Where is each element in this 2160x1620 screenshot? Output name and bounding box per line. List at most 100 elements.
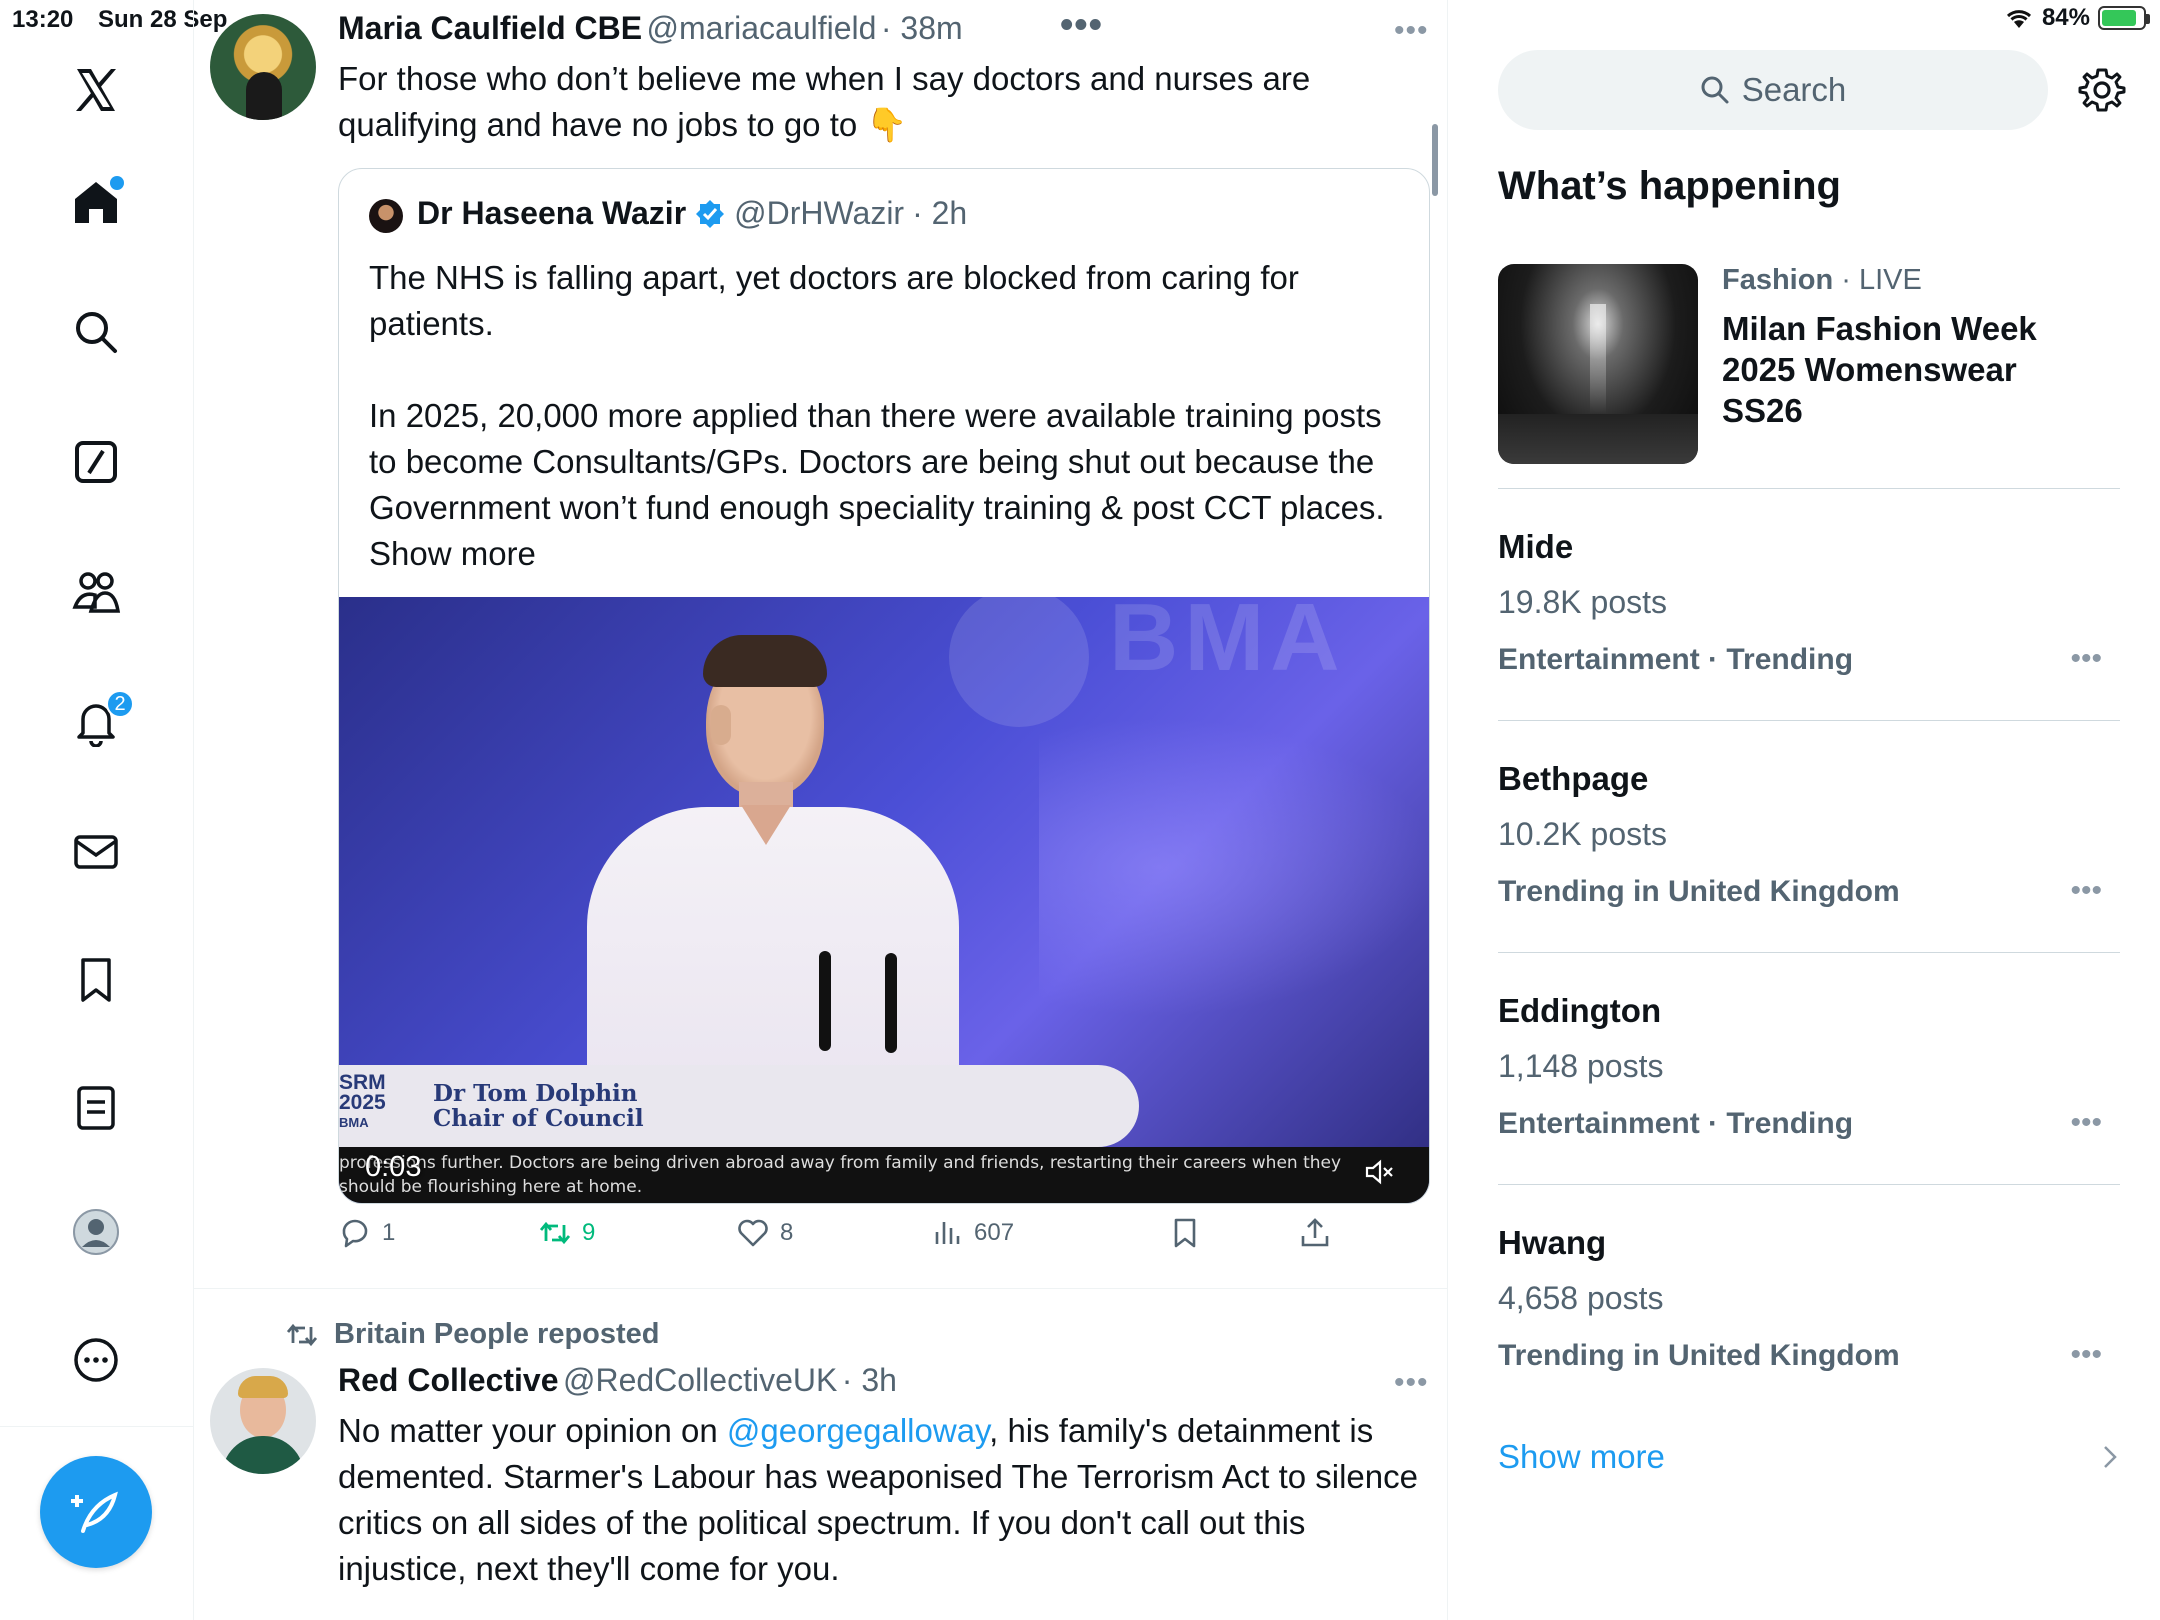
search-icon bbox=[1701, 76, 1729, 104]
tweet-text: For those who don’t believe me when I sa… bbox=[338, 60, 1311, 143]
trend-item-mide[interactable]: Mide 19.8K posts Entertainment · Trendin… bbox=[1498, 528, 2120, 677]
mention-link[interactable]: @georgegalloway bbox=[727, 1412, 989, 1449]
compose-feather-icon bbox=[71, 1491, 118, 1533]
sidebar-divider bbox=[1498, 952, 2120, 953]
repost-count: 9 bbox=[582, 1219, 596, 1246]
home-icon[interactable] bbox=[62, 168, 130, 236]
tweet-header: Red Collective @RedCollectiveUK · 3h bbox=[338, 1362, 897, 1399]
quoted-paragraph-1: The NHS is falling apart, yet doctors ar… bbox=[369, 259, 1299, 342]
trend-post-count: 19.8K posts bbox=[1498, 584, 1667, 620]
trend-item-hwang[interactable]: Hwang 4,658 posts Trending in United Kin… bbox=[1498, 1224, 2120, 1373]
share-button[interactable] bbox=[1298, 1216, 1332, 1250]
trend-name: Bethpage bbox=[1498, 760, 1649, 797]
trend-category: Entertainment · Trending bbox=[1498, 1107, 1854, 1140]
views-chart-icon bbox=[935, 1222, 960, 1244]
video-player[interactable]: BMA SRM 2025 BMA Dr Tom Dolphin Chair of… bbox=[339, 597, 1429, 1203]
speaker-title: Chair of Council bbox=[433, 1105, 644, 1132]
whats-happening-title: What’s happening bbox=[1498, 164, 1841, 208]
lists-icon[interactable] bbox=[62, 1074, 130, 1142]
author-handle[interactable]: @RedCollectiveUK bbox=[563, 1362, 837, 1398]
tweet-time[interactable]: · 38m bbox=[881, 10, 963, 46]
trend-more-icon[interactable]: ••• bbox=[2070, 1338, 2102, 1372]
trend-more-icon[interactable]: ••• bbox=[2070, 642, 2102, 676]
quoted-tweet[interactable]: Dr Haseena Wazir @DrHWazir · 2h The NHS … bbox=[338, 168, 1430, 1204]
trend-item-bethpage[interactable]: Bethpage 10.2K posts Trending in United … bbox=[1498, 760, 2120, 909]
trend-name: Hwang bbox=[1498, 1224, 1607, 1261]
show-more-link[interactable]: Show more bbox=[369, 535, 536, 572]
author-name[interactable]: Red Collective bbox=[338, 1362, 559, 1398]
reply-button[interactable]: 1 bbox=[338, 1216, 395, 1250]
like-button[interactable]: 8 bbox=[736, 1216, 793, 1250]
author-avatar[interactable] bbox=[210, 1368, 316, 1474]
tweet[interactable]: Maria Caulfield CBE @mariacaulfield · 38… bbox=[194, 0, 1447, 1290]
bookmark-icon bbox=[1174, 1218, 1196, 1248]
featured-category: Fashion bbox=[1722, 264, 1834, 296]
featured-trend[interactable]: Fashion · LIVE Milan Fashion Week 2025 W… bbox=[1498, 264, 2120, 464]
gear-icon[interactable] bbox=[2078, 66, 2126, 114]
profile-avatar-icon[interactable] bbox=[62, 1198, 130, 1266]
reply-icon bbox=[342, 1219, 368, 1248]
like-count: 8 bbox=[780, 1219, 794, 1246]
show-more-row[interactable]: Show more bbox=[1498, 1438, 2120, 1476]
share-icon bbox=[1301, 1218, 1329, 1247]
sidebar-divider bbox=[1498, 720, 2120, 721]
speaker-caption: Dr Tom Dolphin Chair of Council bbox=[433, 1081, 644, 1131]
lower-third-logo-line: 2025 bbox=[339, 1091, 386, 1114]
mute-icon[interactable] bbox=[1365, 1159, 1395, 1185]
right-sidebar: Search What’s happening Fashion · LIVE M… bbox=[1448, 0, 2160, 1620]
quoted-paragraph-2-text: In 2025, 20,000 more applied than there … bbox=[369, 397, 1385, 526]
communities-icon[interactable] bbox=[62, 558, 130, 626]
notifications-icon[interactable]: 2 bbox=[62, 688, 134, 756]
tweet-text: No matter your opinion on @georgegallowa… bbox=[338, 1408, 1418, 1592]
view-count: 607 bbox=[974, 1219, 1015, 1246]
tweet-header: Maria Caulfield CBE @mariacaulfield · 38… bbox=[338, 10, 963, 47]
timeline: Maria Caulfield CBE @mariacaulfield · 38… bbox=[194, 0, 1448, 1620]
tweet-text-start: No matter your opinion on bbox=[338, 1412, 727, 1449]
home-unread-dot bbox=[110, 176, 124, 190]
trend-category: Trending in United Kingdom bbox=[1498, 875, 1900, 908]
search-input[interactable]: Search bbox=[1498, 50, 2048, 130]
trend-post-count: 4,658 posts bbox=[1498, 1280, 1664, 1316]
tweet-more-icon[interactable]: ••• bbox=[1394, 1366, 1429, 1400]
quoted-author-handle: @DrHWazir bbox=[734, 195, 905, 231]
compose-post-button[interactable] bbox=[40, 1456, 152, 1568]
grok-icon[interactable] bbox=[62, 428, 130, 496]
repost-context-label[interactable]: Britain People reposted bbox=[334, 1318, 660, 1351]
trend-more-icon[interactable]: ••• bbox=[2070, 1106, 2102, 1140]
trend-more-icon[interactable]: ••• bbox=[2070, 874, 2102, 908]
tweet-time[interactable]: · 3h bbox=[842, 1362, 897, 1398]
x-logo-icon[interactable] bbox=[62, 56, 130, 124]
repost-button[interactable]: 9 bbox=[538, 1216, 595, 1250]
fashion-week-thumbnail bbox=[1498, 264, 1698, 464]
reply-count: 1 bbox=[382, 1219, 396, 1246]
bookmark-button[interactable] bbox=[1168, 1216, 1202, 1250]
search-icon[interactable] bbox=[62, 298, 130, 366]
quoted-paragraph-2: In 2025, 20,000 more applied than there … bbox=[369, 393, 1409, 577]
messages-icon[interactable] bbox=[62, 818, 130, 886]
views-button[interactable]: 607 bbox=[930, 1216, 1014, 1250]
tweet-more-icon[interactable]: ••• bbox=[1394, 14, 1429, 48]
more-options-icon[interactable] bbox=[62, 1326, 130, 1394]
video-subtitles: professions further. Doctors are being d… bbox=[339, 1153, 1342, 1197]
featured-meta: Fashion · LIVE bbox=[1722, 264, 1922, 297]
scroll-indicator[interactable] bbox=[1432, 124, 1438, 196]
author-name[interactable]: Maria Caulfield CBE bbox=[338, 10, 642, 46]
trend-category: Entertainment · Trending bbox=[1498, 643, 1854, 676]
backdrop-text: BMA bbox=[1109, 597, 1346, 691]
stage-light bbox=[1039, 717, 1429, 1017]
media-options-icon[interactable]: ••• bbox=[1060, 4, 1103, 47]
trend-name: Eddington bbox=[1498, 992, 1662, 1029]
lower-third-logo-line: SRM bbox=[339, 1071, 386, 1094]
author-avatar[interactable] bbox=[210, 14, 316, 120]
video-duration: 0:03 bbox=[365, 1151, 422, 1183]
author-handle[interactable]: @mariacaulfield bbox=[647, 10, 877, 46]
tweet[interactable]: Britain People reposted Red Collective @… bbox=[194, 1290, 1447, 1620]
lower-third: SRM 2025 BMA Dr Tom Dolphin Chair of Cou… bbox=[339, 1065, 1139, 1147]
trend-item-eddington[interactable]: Eddington 1,148 posts Entertainment · Tr… bbox=[1498, 992, 2120, 1141]
quoted-tweet-time: · 2h bbox=[912, 195, 968, 231]
show-more-link[interactable]: Show more bbox=[1498, 1438, 1665, 1476]
light-beam bbox=[1590, 304, 1606, 414]
verified-badge-icon bbox=[696, 199, 725, 228]
microphone bbox=[885, 953, 897, 1053]
bookmarks-icon[interactable] bbox=[62, 946, 130, 1014]
